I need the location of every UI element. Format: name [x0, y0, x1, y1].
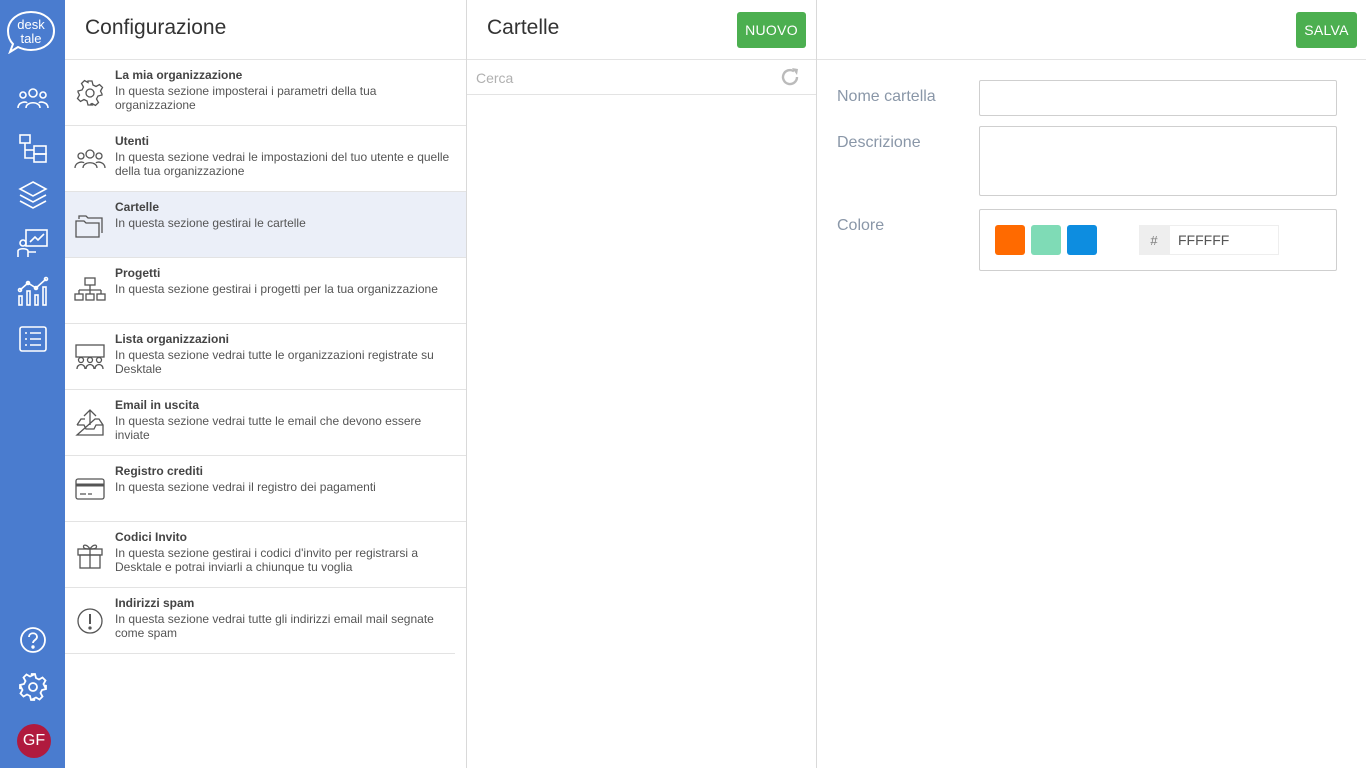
- settings-button[interactable]: [14, 670, 52, 704]
- presentation-icon: [17, 229, 48, 257]
- detail-header: SALVA: [817, 0, 1366, 60]
- navigation-rail: desk tale GF: [0, 0, 65, 768]
- config-item-organization[interactable]: La mia organizzazione In questa sezione …: [65, 60, 466, 126]
- new-folder-button[interactable]: NUOVO: [737, 12, 806, 48]
- users-icon: [74, 143, 106, 175]
- config-item-spam-addresses[interactable]: Indirizzi spam In questa sezione vedrai …: [65, 588, 455, 654]
- folders-title: Cartelle: [487, 16, 560, 39]
- folder-name-label: Nome cartella: [837, 88, 936, 105]
- analytics-icon: [17, 276, 49, 306]
- menu-item-description: In questa sezione vedrai tutte le organi…: [115, 348, 434, 376]
- description-textarea[interactable]: [979, 126, 1337, 196]
- menu-item-description: In questa sezione vedrai le impostazioni…: [115, 150, 450, 178]
- color-label: Colore: [837, 217, 885, 234]
- search-input[interactable]: [476, 68, 766, 88]
- gift-icon: [74, 539, 106, 571]
- layers-icon: [18, 181, 48, 209]
- rail-users-button[interactable]: [14, 82, 52, 116]
- hex-prefix: #: [1139, 225, 1169, 255]
- config-item-invite-codes[interactable]: Codici Invito In questa sezione gestirai…: [65, 522, 466, 588]
- rail-presentation-button[interactable]: [14, 226, 52, 260]
- save-button[interactable]: SALVA: [1296, 12, 1357, 48]
- color-swatch-green[interactable]: [1031, 225, 1061, 255]
- credit-card-icon: [74, 473, 106, 505]
- configuration-header: Configurazione: [65, 0, 466, 60]
- description-label: Descrizione: [837, 134, 921, 151]
- folder-tree-icon: [19, 134, 47, 163]
- rail-list-button[interactable]: [14, 322, 52, 356]
- svg-text:desk: desk: [17, 17, 45, 32]
- configuration-panel: Configurazione La mia organizzazione In …: [65, 0, 467, 768]
- hex-color-input[interactable]: [1169, 225, 1279, 255]
- refresh-icon: [781, 68, 799, 86]
- menu-item-description: In questa sezione gestirai i progetti pe…: [115, 282, 438, 296]
- folder-name-input[interactable]: [979, 80, 1337, 116]
- menu-item-description: In questa sezione vedrai tutte le email …: [115, 414, 422, 442]
- help-button[interactable]: [14, 623, 52, 657]
- menu-item-title: Registro crediti: [115, 464, 204, 478]
- search-bar: [467, 60, 816, 95]
- menu-item-title: Indirizzi spam: [115, 596, 195, 610]
- user-avatar[interactable]: GF: [17, 724, 51, 758]
- folders-panel: Cartelle NUOVO: [467, 0, 817, 768]
- list-icon: [19, 326, 47, 352]
- color-swatch-orange[interactable]: [995, 225, 1025, 255]
- menu-item-description: In questa sezione vedrai il registro dei…: [115, 480, 376, 494]
- refresh-button[interactable]: [779, 66, 801, 88]
- menu-item-title: Email in uscita: [115, 398, 200, 412]
- rail-analytics-button[interactable]: [14, 274, 52, 308]
- config-item-users[interactable]: Utenti In questa sezione vedrai le impos…: [65, 126, 466, 192]
- menu-item-title: Progetti: [115, 266, 161, 280]
- svg-text:tale: tale: [21, 31, 42, 46]
- menu-item-title: Lista organizzazioni: [115, 332, 230, 346]
- folders-header: Cartelle NUOVO: [467, 0, 816, 60]
- menu-item-title: Utenti: [115, 134, 149, 148]
- config-item-projects[interactable]: Progetti In questa sezione gestirai i pr…: [65, 258, 466, 324]
- menu-item-description: In questa sezione gestirai i codici d'in…: [115, 546, 419, 574]
- menu-item-title: La mia organizzazione: [115, 68, 243, 82]
- desktale-logo[interactable]: desk tale: [6, 10, 56, 55]
- config-item-folders[interactable]: Cartelle In questa sezione gestirai le c…: [65, 192, 466, 258]
- rail-layers-button[interactable]: [14, 178, 52, 212]
- color-picker: #: [979, 209, 1337, 271]
- hierarchy-icon: [74, 275, 106, 307]
- config-item-organizations-list[interactable]: Lista organizzazioni In questa sezione v…: [65, 324, 466, 390]
- config-item-outgoing-email[interactable]: Email in uscita In questa sezione vedrai…: [65, 390, 466, 456]
- gear-icon: [19, 673, 47, 701]
- menu-item-description: In questa sezione vedrai tutte gli indir…: [115, 612, 434, 640]
- users-icon: [17, 88, 49, 109]
- gear-icon: [74, 77, 106, 109]
- menu-item-description: In questa sezione gestirai le cartelle: [115, 216, 306, 230]
- page-title: Configurazione: [85, 16, 227, 39]
- warning-icon: [74, 605, 106, 637]
- config-item-credit-register[interactable]: Registro crediti In questa sezione vedra…: [65, 456, 466, 522]
- organizations-icon: [74, 341, 106, 373]
- folder-detail-panel: SALVA Nome cartella Descrizione Colore #: [817, 0, 1366, 768]
- folders-icon: [74, 209, 106, 241]
- menu-item-title: Codici Invito: [115, 530, 187, 544]
- menu-item-title: Cartelle: [115, 200, 160, 214]
- help-icon: [20, 627, 46, 653]
- outbox-icon: [74, 407, 106, 439]
- menu-item-description: In questa sezione imposterai i parametri…: [115, 84, 377, 112]
- rail-folders-button[interactable]: [14, 130, 52, 164]
- color-swatch-blue[interactable]: [1067, 225, 1097, 255]
